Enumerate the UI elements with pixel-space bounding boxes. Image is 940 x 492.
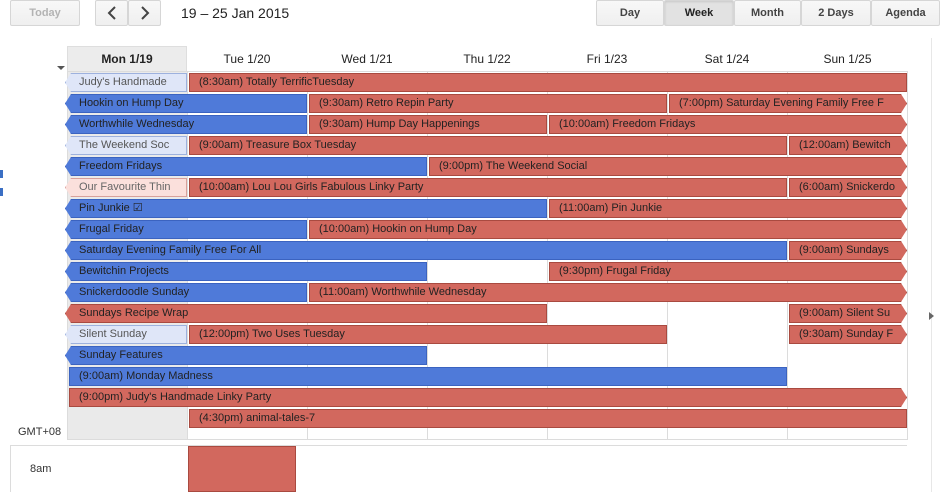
next-week-button[interactable]: [128, 0, 161, 26]
day-header-tue[interactable]: Tue 1/20: [187, 46, 307, 71]
day-header-mon[interactable]: Mon 1/19: [67, 46, 187, 71]
all-day-event[interactable]: Silent Sunday: [65, 325, 187, 344]
all-day-event[interactable]: (4:30pm) animal-tales-7: [189, 409, 907, 428]
all-day-event[interactable]: (9:30am) Sunday F: [789, 325, 907, 344]
today-button[interactable]: Today: [10, 0, 80, 26]
hour-label: 8am: [30, 463, 52, 475]
all-day-event[interactable]: Hookin on Hump Day: [65, 94, 307, 113]
all-day-event[interactable]: (9:30am) Hump Day Happenings: [309, 115, 547, 134]
all-day-event[interactable]: (9:00pm) The Weekend Social: [429, 157, 907, 176]
timed-grid: [10, 445, 907, 492]
all-day-event[interactable]: (10:00am) Lou Lou Girls Fabulous Linky P…: [189, 178, 787, 197]
all-day-event[interactable]: Pin Junkie ☑: [65, 199, 547, 218]
all-day-event[interactable]: Sundays Recipe Wrap: [65, 304, 547, 323]
view-day-button[interactable]: Day: [596, 0, 664, 26]
chevron-left-icon: [107, 6, 116, 20]
timezone-label: GMT+08: [18, 426, 62, 438]
all-day-event[interactable]: (9:00am) Monday Madness: [69, 367, 787, 386]
all-day-event[interactable]: Snickerdoodle Sunday: [65, 283, 307, 302]
all-day-event[interactable]: (6:00am) Snickerdo: [789, 178, 907, 197]
view-month-button[interactable]: Month: [734, 0, 801, 26]
all-day-event[interactable]: Freedom Fridays: [65, 157, 427, 176]
all-day-event[interactable]: Frugal Friday: [65, 220, 307, 239]
all-day-event[interactable]: (10:00am) Freedom Fridays: [549, 115, 907, 134]
allday-collapse-caret-icon[interactable]: [57, 66, 65, 70]
view-agenda-button[interactable]: Agenda: [871, 0, 940, 26]
all-day-event[interactable]: (9:00pm) Judy's Handmade Linky Party: [69, 388, 907, 407]
all-day-event[interactable]: (9:00am) Treasure Box Tuesday: [189, 136, 787, 155]
all-day-event[interactable]: Bewitchin Projects: [65, 262, 427, 281]
all-day-event[interactable]: Saturday Evening Family Free For All: [65, 241, 787, 260]
view-2days-button[interactable]: 2 Days: [801, 0, 871, 26]
all-day-event[interactable]: The Weekend Soc: [65, 136, 187, 155]
day-header-row: Mon 1/19 Tue 1/20 Wed 1/21 Thu 1/22 Fri …: [67, 46, 908, 71]
panel-divider: [931, 38, 932, 492]
expand-side-panel-icon[interactable]: [929, 312, 934, 320]
date-range-title: 19 – 25 Jan 2015: [181, 5, 290, 21]
timed-event-block[interactable]: [188, 446, 296, 492]
side-panel-handle[interactable]: [0, 170, 3, 210]
all-day-event[interactable]: (11:00am) Pin Junkie: [549, 199, 907, 218]
day-header-fri[interactable]: Fri 1/23: [547, 46, 667, 71]
all-day-events-grid: Judy's Handmade (8:30am) Totally Terrific…: [65, 71, 908, 440]
day-header-sun[interactable]: Sun 1/25: [787, 46, 908, 71]
all-day-event[interactable]: (9:00am) Sundays: [789, 241, 907, 260]
all-day-event[interactable]: (10:00am) Hookin on Hump Day: [309, 220, 907, 239]
all-day-event[interactable]: (7:00pm) Saturday Evening Family Free F: [669, 94, 907, 113]
previous-week-button[interactable]: [95, 0, 128, 26]
all-day-event[interactable]: (12:00am) Bewitch: [789, 136, 907, 155]
calendar-toolbar: Today 19 – 25 Jan 2015 Day Week Month 2 …: [0, 0, 940, 38]
all-day-event[interactable]: (12:00pm) Two Uses Tuesday: [189, 325, 667, 344]
day-header-wed[interactable]: Wed 1/21: [307, 46, 427, 71]
all-day-event[interactable]: Our Favourite Thin: [65, 178, 187, 197]
all-day-event[interactable]: (11:00am) Worthwhile Wednesday: [309, 283, 907, 302]
all-day-event[interactable]: Sunday Features: [65, 346, 427, 365]
view-week-button[interactable]: Week: [664, 0, 734, 26]
all-day-event[interactable]: (9:30am) Retro Repin Party: [309, 94, 667, 113]
all-day-event[interactable]: Judy's Handmade: [65, 73, 187, 92]
all-day-event[interactable]: (9:00am) Silent Su: [789, 304, 907, 323]
all-day-event[interactable]: (8:30am) Totally TerrificTuesday: [189, 73, 907, 92]
all-day-event[interactable]: Worthwhile Wednesday: [65, 115, 307, 134]
day-header-sat[interactable]: Sat 1/24: [667, 46, 787, 71]
chevron-right-icon: [140, 6, 149, 20]
day-header-thu[interactable]: Thu 1/22: [427, 46, 547, 71]
all-day-event[interactable]: (9:30pm) Frugal Friday: [549, 262, 907, 281]
grid-line: [907, 72, 908, 439]
